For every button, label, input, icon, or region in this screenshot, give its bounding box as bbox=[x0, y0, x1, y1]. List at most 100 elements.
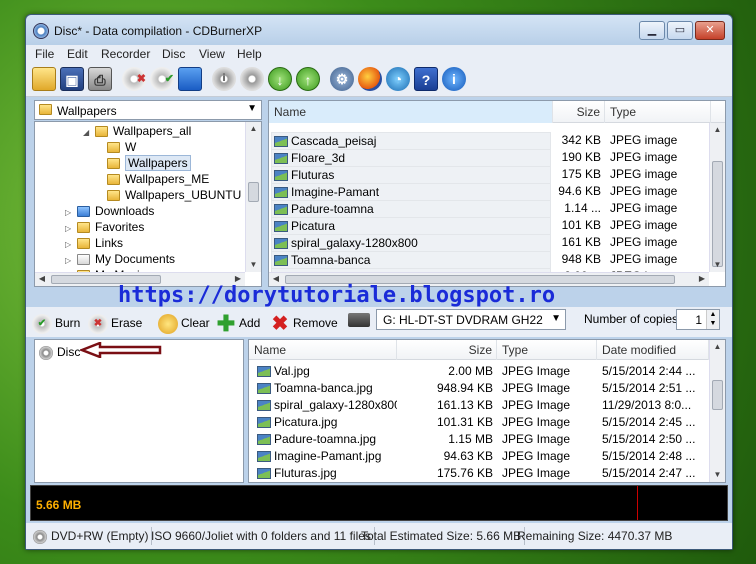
column-header-name[interactable]: Name bbox=[269, 101, 553, 123]
file-row[interactable]: Toamna-banca 948 KB JPEG image bbox=[269, 251, 709, 270]
tree-item[interactable]: W bbox=[107, 139, 136, 155]
tree-item[interactable]: ◢ Wallpapers_all bbox=[83, 123, 191, 139]
firefox-icon[interactable] bbox=[358, 67, 382, 91]
scroll-up-icon[interactable]: ▲ bbox=[246, 122, 261, 136]
column-header-size[interactable]: Size bbox=[553, 101, 605, 123]
print-icon[interactable]: ⎙ bbox=[88, 67, 112, 91]
folder-combo[interactable]: Wallpapers ▼ bbox=[34, 100, 262, 120]
tree-item-selected[interactable]: Wallpapers bbox=[107, 155, 191, 171]
file-row[interactable]: Picatura 101 KB JPEG image bbox=[269, 217, 709, 236]
file-date: 5/15/2014 2:51 ... bbox=[602, 381, 696, 395]
new-compilation-icon[interactable] bbox=[32, 67, 56, 91]
cdburnerxp-app-icon bbox=[33, 23, 49, 39]
file-row[interactable]: Padure-toamna 1.14 ... JPEG image bbox=[269, 200, 709, 219]
erase-disc-icon: ✖ bbox=[88, 313, 108, 334]
title-bar[interactable]: Disc* - Data compilation - CDBurnerXP ▁ … bbox=[26, 15, 732, 45]
add-icon[interactable]: ↓ bbox=[268, 67, 292, 91]
scroll-up-icon[interactable]: ▲ bbox=[710, 123, 725, 137]
file-date: 11/29/2013 8:0... bbox=[602, 398, 692, 412]
scroll-up-icon[interactable]: ▲ bbox=[710, 340, 725, 354]
update-icon[interactable]: ◔ bbox=[386, 67, 410, 91]
tree-item[interactable]: Wallpapers_ME bbox=[107, 171, 209, 187]
help-icon[interactable]: ? bbox=[414, 67, 438, 91]
file-date: 5/15/2014 2:50 ... bbox=[602, 432, 696, 446]
save-icon[interactable]: ▣ bbox=[60, 67, 84, 91]
clear-button[interactable]: Clear bbox=[158, 312, 210, 334]
menu-view[interactable]: View bbox=[199, 47, 225, 61]
compilation-vertical-scrollbar[interactable]: ▲ ▼ bbox=[709, 340, 725, 482]
scroll-down-icon[interactable]: ▼ bbox=[710, 258, 725, 272]
column-header-type[interactable]: Type bbox=[605, 101, 711, 123]
column-header-type[interactable]: Type bbox=[497, 340, 597, 360]
plus-icon: ✚ bbox=[216, 310, 236, 336]
menu-recorder[interactable]: Recorder bbox=[101, 47, 150, 61]
copies-stepper[interactable]: 1 ▲ ▼ bbox=[676, 309, 720, 330]
tree-item[interactable]: ▷ Downloads bbox=[65, 203, 154, 219]
burn-icon[interactable]: ↑ bbox=[296, 67, 320, 91]
status-remaining-size: Remaining Size: 4470.37 MB bbox=[517, 529, 673, 543]
status-total-size: Total Estimated Size: 5.66 MB bbox=[358, 527, 526, 545]
image-file-icon bbox=[274, 255, 288, 267]
downloads-icon bbox=[77, 206, 90, 218]
tree-item[interactable]: ▷ My Documents bbox=[65, 251, 175, 267]
file-type: JPEG Image bbox=[502, 432, 571, 446]
compilation-row[interactable]: Val.jpg 2.00 MB JPEG Image 5/15/2014 2:44 .… bbox=[249, 363, 709, 380]
browser-header: Name Size Type bbox=[269, 101, 725, 123]
scroll-right-icon[interactable]: ▶ bbox=[695, 273, 709, 286]
tree-item[interactable]: ▷ Links bbox=[65, 235, 123, 251]
info-icon[interactable]: i bbox=[442, 67, 466, 91]
column-header-date[interactable]: Date modified bbox=[597, 340, 709, 360]
finalize-disc-icon[interactable]: ✔ bbox=[150, 67, 174, 91]
file-type: JPEG image bbox=[610, 235, 678, 249]
disc-image-icon[interactable] bbox=[240, 67, 264, 91]
scrollbar-thumb[interactable] bbox=[712, 161, 723, 267]
menu-file[interactable]: File bbox=[35, 47, 54, 61]
tree-item[interactable]: ▷ Favorites bbox=[65, 219, 144, 235]
capacity-limit-marker bbox=[637, 486, 638, 520]
disc-root-item[interactable]: Disc bbox=[39, 344, 80, 360]
compilation-row[interactable]: Imagine-Pamant.jpg 94.63 KB JPEG Image 5/15… bbox=[249, 448, 709, 465]
menu-disc[interactable]: Disc bbox=[162, 47, 185, 61]
burn-button[interactable]: ✔ Burn bbox=[32, 312, 80, 334]
compilation-row[interactable]: Picatura.jpg 101.31 KB JPEG Image 5/15/2014… bbox=[249, 414, 709, 431]
erase-button[interactable]: ✖ Erase bbox=[88, 312, 142, 334]
minimize-button[interactable]: ▁ bbox=[639, 21, 665, 40]
erase-disc-icon[interactable]: ✖ bbox=[122, 67, 146, 91]
menu-edit[interactable]: Edit bbox=[67, 47, 88, 61]
eject-icon[interactable] bbox=[178, 67, 202, 91]
collapse-icon[interactable]: ◢ bbox=[83, 125, 92, 141]
file-row[interactable]: Fluturas 175 KB JPEG image bbox=[269, 166, 709, 185]
compilation-row[interactable]: Toamna-banca.jpg 948.94 KB JPEG Image 5/15/… bbox=[249, 380, 709, 397]
scrollbar-thumb[interactable] bbox=[248, 182, 259, 202]
scroll-left-icon[interactable]: ◀ bbox=[35, 273, 49, 286]
maximize-button[interactable]: ▭ bbox=[667, 21, 693, 40]
add-button[interactable]: ✚ Add bbox=[216, 310, 261, 336]
browser-vertical-scrollbar[interactable]: ▲ ▼ bbox=[709, 123, 725, 272]
file-row[interactable]: Floare_3d 190 KB JPEG image bbox=[269, 149, 709, 168]
compilation-row[interactable]: spiral_galaxy-1280x800.j...161.13 KBJPEG… bbox=[249, 397, 709, 414]
column-header-name[interactable]: Name bbox=[249, 340, 397, 360]
scroll-down-icon[interactable]: ▼ bbox=[246, 258, 261, 272]
remove-button[interactable]: ✖ Remove bbox=[270, 312, 338, 334]
file-type: JPEG Image bbox=[502, 398, 571, 412]
column-header-size[interactable]: Size bbox=[397, 340, 497, 360]
settings-icon[interactable]: ⚙ bbox=[330, 67, 354, 91]
scrollbar-thumb[interactable] bbox=[712, 380, 723, 410]
compilation-row[interactable]: Padure-toamna.jpg 1.15 MB JPEG Image 5/15/2… bbox=[249, 431, 709, 448]
file-row[interactable]: Imagine-Pamant 94.6 KB JPEG image bbox=[269, 183, 709, 202]
menu-help[interactable]: Help bbox=[237, 47, 262, 61]
tree-item[interactable]: Wallpapers_UBUNTU bbox=[107, 187, 241, 203]
close-button[interactable]: ✕ bbox=[695, 21, 725, 40]
tree-vertical-scrollbar[interactable]: ▲ ▼ bbox=[245, 122, 261, 272]
disc-icon bbox=[33, 529, 47, 544]
file-row[interactable]: Cascada_peisaj 342 KB JPEG image bbox=[269, 132, 709, 151]
chevron-down-icon: ▼ bbox=[551, 313, 561, 324]
drive-select[interactable]: G: HL-DT-ST DVDRAM GH22 ▼ bbox=[376, 309, 566, 330]
disc-info-icon[interactable]: i bbox=[212, 67, 236, 91]
compilation-row[interactable]: Fluturas.jpg 175.76 KB JPEG Image 5/15/2014… bbox=[249, 465, 709, 482]
scroll-down-icon[interactable]: ▼ bbox=[710, 468, 725, 482]
file-type: JPEG image bbox=[610, 150, 678, 164]
documents-icon bbox=[77, 254, 90, 266]
file-row[interactable]: spiral_galaxy-1280x800 161 KB JPEG image bbox=[269, 234, 709, 253]
spin-arrows-icon[interactable]: ▲ ▼ bbox=[706, 310, 719, 329]
